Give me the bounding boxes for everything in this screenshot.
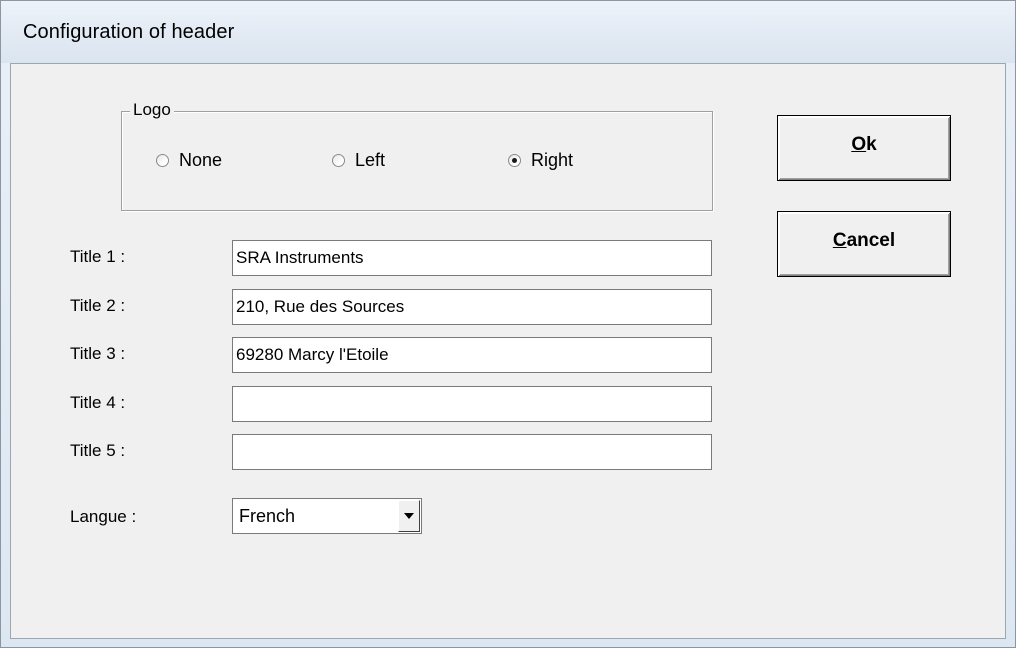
cancel-rest: ancel: [846, 230, 896, 251]
cancel-button[interactable]: Cancel: [777, 211, 951, 277]
logo-group-label: Logo: [130, 100, 174, 120]
radio-circle-icon[interactable]: [156, 154, 169, 167]
title-4-input[interactable]: [232, 386, 712, 422]
title-5-label: Title 5 :: [70, 441, 126, 460]
logo-radio-left[interactable]: Left: [332, 150, 385, 171]
ok-rest: k: [866, 134, 877, 155]
dialog-window: Configuration of header Logo None Left R…: [0, 0, 1016, 648]
title-1-label: Title 1 :: [70, 247, 126, 266]
dropdown-button[interactable]: [398, 500, 420, 532]
ok-button-label: Ok: [778, 134, 950, 156]
chevron-down-icon: [404, 513, 414, 519]
language-selected-value: French: [239, 506, 296, 526]
ok-mnemonic: O: [851, 134, 867, 155]
logo-groupbox: Logo None Left Right: [121, 100, 713, 211]
title-4-label: Title 4 :: [70, 393, 126, 412]
radio-checked-icon[interactable]: [508, 154, 521, 167]
logo-radio-left-label: Left: [355, 150, 386, 170]
title-5-input[interactable]: [232, 434, 712, 470]
title-2-input[interactable]: [232, 289, 712, 325]
title-3-input[interactable]: [232, 337, 712, 373]
title-3-label: Title 3 :: [70, 344, 126, 363]
window-title: Configuration of header: [23, 21, 235, 43]
logo-radio-none[interactable]: None: [156, 150, 222, 171]
language-label: Langue :: [70, 507, 137, 526]
title-2-label: Title 2 :: [70, 296, 126, 315]
cancel-button-label: Cancel: [778, 230, 950, 252]
dialog-client-area: Logo None Left Right Title 1 : Title 2 :…: [10, 63, 1006, 639]
logo-radio-right[interactable]: Right: [508, 150, 573, 171]
cancel-mnemonic: C: [832, 230, 847, 251]
ok-button[interactable]: Ok: [777, 115, 951, 181]
title-bar[interactable]: Configuration of header: [1, 1, 1015, 63]
title-1-input[interactable]: [232, 240, 712, 276]
logo-radio-none-label: None: [179, 150, 223, 170]
logo-radio-right-label: Right: [531, 150, 574, 170]
radio-circle-icon[interactable]: [332, 154, 345, 167]
language-select[interactable]: French: [232, 498, 422, 534]
